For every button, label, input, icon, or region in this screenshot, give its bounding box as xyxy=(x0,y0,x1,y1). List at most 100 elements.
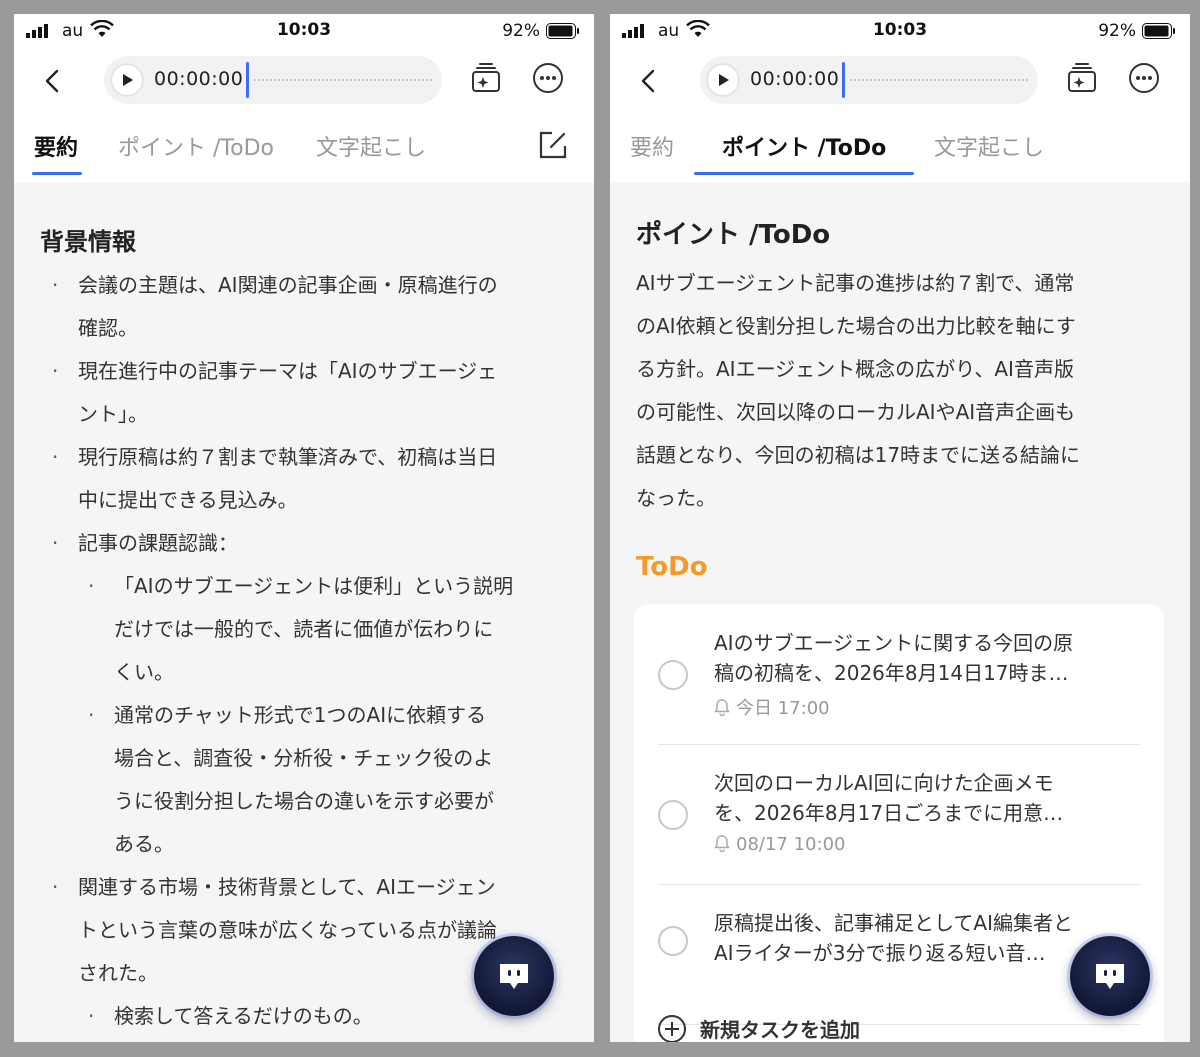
ai-magic-icon[interactable] xyxy=(1066,62,1098,94)
play-icon xyxy=(123,74,133,86)
bullet-line: 「AIのサブエージェントは便利」という説明 xyxy=(114,574,514,598)
bullet-line: うに役割分担した場合の違いを示す必要が xyxy=(114,789,494,813)
todo-checkbox[interactable] xyxy=(658,660,688,690)
todo-item[interactable]: 次回のローカルAI回に向けた企画メモ を、2026年8月17日ごろまでに用意… 08… xyxy=(634,744,1164,884)
tab-points-todo[interactable]: ポイント /ToDo xyxy=(118,130,274,162)
todo-reminder: 今日 17:00 xyxy=(714,694,830,720)
points-line: る方針。AIエージェント概念の広がり、AI音声版 xyxy=(636,357,1074,381)
todo-reminder-time: 今日 17:00 xyxy=(736,698,830,719)
status-bar: au 10:03 92% xyxy=(14,14,594,48)
chevron-left-icon[interactable] xyxy=(634,66,664,96)
battery-percent: 92% xyxy=(502,21,540,41)
battery-icon xyxy=(546,23,579,39)
chevron-left-icon[interactable] xyxy=(38,66,68,96)
chat-assistant-button[interactable] xyxy=(474,936,554,1016)
todo-reminder: 08/17 10:00 xyxy=(714,834,845,855)
tab-bar: 要約 ポイント /ToDo 文字起こし xyxy=(14,124,594,182)
top-bar: au 10:03 92% 00:00:00 要約 ポイント /ToDo 文字起こ… xyxy=(14,14,594,182)
phone-screen-points-todo: au 10:03 92% 00:00:00 要約 ポイント /ToDo 文字起こ… xyxy=(610,14,1190,1042)
bullet-line: 確認。 xyxy=(78,316,138,340)
bullet-line: 現行原稿は約７割まで執筆済みで、初稿は当日 xyxy=(78,445,498,469)
todo-text-line: を、2026年8月17日ごろまでに用意… xyxy=(714,801,1064,825)
tab-transcript[interactable]: 文字起こし xyxy=(316,130,426,162)
active-tab-indicator xyxy=(694,172,914,175)
player-time: 00:00:00 xyxy=(154,68,244,90)
active-tab-indicator xyxy=(32,172,82,175)
points-line: なった。 xyxy=(636,486,716,510)
chat-bot-icon xyxy=(500,964,528,989)
todo-item[interactable]: AIのサブエージェントに関する今回の原 稿の初稿を、2026年8月14日17時ま…… xyxy=(634,604,1164,744)
playhead[interactable] xyxy=(246,62,249,98)
bullet-line: 場合と、調査役・分析役・チェック役のよ xyxy=(114,746,494,770)
todo-heading: ToDo xyxy=(636,552,708,582)
points-line: の可能性、次回以降のローカルAIやAI音声企画も xyxy=(636,400,1076,424)
play-icon xyxy=(719,74,729,86)
status-bar: au 10:03 92% xyxy=(610,14,1190,48)
bullet-line: 現在進行中の記事テーマは「AIのサブエージェ xyxy=(78,359,498,383)
bullet-line: だけでは一般的で、読者に価値が伝わりに xyxy=(114,617,494,641)
audio-player[interactable]: 00:00:00 xyxy=(104,56,442,104)
waveform[interactable] xyxy=(254,79,432,81)
bullet-line: 会議の主題は、AI関連の記事企画・原稿進行の xyxy=(78,273,498,297)
more-horizontal-icon[interactable] xyxy=(532,62,564,94)
edit-icon[interactable] xyxy=(538,130,568,160)
todo-text-line: AIのサブエージェントに関する今回の原 xyxy=(714,631,1074,655)
points-body: AIサブエージェント記事の進捗は約７割で、通常 のAI依頼と役割分担した場合の出力… xyxy=(636,262,1166,520)
nav-bar: 00:00:00 xyxy=(14,54,594,110)
points-content: ポイント /ToDo AIサブエージェント記事の進捗は約７割で、通常 のAI依頼と… xyxy=(610,182,1190,1042)
player-time: 00:00:00 xyxy=(750,68,840,90)
battery-percent: 92% xyxy=(1098,21,1136,41)
section-heading: 背景情報 xyxy=(40,228,136,256)
plus-circle-icon xyxy=(658,1015,686,1042)
points-line: AIサブエージェント記事の進捗は約７割で、通常 xyxy=(636,271,1075,295)
todo-text-line: 稿の初稿を、2026年8月14日17時ま… xyxy=(714,661,1069,685)
add-task-label: 新規タスクを追加 xyxy=(700,1018,860,1042)
bullet-item: 現行原稿は約７割まで執筆済みで、初稿は当日中に提出できる見込み。 xyxy=(40,436,570,522)
points-line: のAI依頼と役割分担した場合の出力比較を軸にす xyxy=(636,314,1076,338)
bullet-item: 現在進行中の記事テーマは「AIのサブエージェント」。 xyxy=(40,350,570,436)
bullet-line: 記事の課題認識： xyxy=(78,531,238,555)
play-button[interactable] xyxy=(112,65,142,95)
chat-assistant-button[interactable] xyxy=(1070,936,1150,1016)
bullet-line: 通常のチャット形式で1つのAIに依頼する xyxy=(114,703,487,727)
todo-text-line: 次回のローカルAI回に向けた企画メモ xyxy=(714,771,1054,795)
points-title: ポイント /ToDo xyxy=(636,220,831,250)
bullet-item: 会議の主題は、AI関連の記事企画・原稿進行の確認。 xyxy=(40,264,570,350)
play-button[interactable] xyxy=(708,65,738,95)
bullet-line: 関連する市場・技術背景として、AIエージェン xyxy=(78,875,496,899)
todo-text: AIのサブエージェントに関する今回の原 稿の初稿を、2026年8月14日17時ま… xyxy=(714,628,1140,688)
todo-reminder-time: 08/17 10:00 xyxy=(736,834,846,855)
bullet-line: ある。 xyxy=(114,832,174,856)
bell-icon xyxy=(714,699,730,717)
bullet-item: 通常のチャット形式で1つのAIに依頼する場合と、調査役・分析役・チェック役のよう… xyxy=(40,694,570,866)
waveform[interactable] xyxy=(850,79,1028,81)
more-horizontal-icon[interactable] xyxy=(1128,62,1160,94)
battery-icon xyxy=(1142,23,1175,39)
todo-checkbox[interactable] xyxy=(658,800,688,830)
chat-bot-icon xyxy=(1096,964,1124,989)
todo-text-line: 原稿提出後、記事補足としてAI編集者と xyxy=(714,911,1073,935)
bullet-item: 記事の課題認識： xyxy=(40,522,570,565)
add-task-button[interactable]: 新規タスクを追加 xyxy=(658,1014,860,1042)
bullet-item: 「AIのサブエージェントは便利」という説明だけでは一般的で、読者に価値が伝わりに… xyxy=(40,565,570,694)
todo-checkbox[interactable] xyxy=(658,926,688,956)
tab-transcript[interactable]: 文字起こし xyxy=(934,130,1044,162)
nav-bar: 00:00:00 xyxy=(610,54,1190,110)
top-bar: au 10:03 92% 00:00:00 要約 ポイント /ToDo 文字起こ… xyxy=(610,14,1190,182)
phone-screen-summary: au 10:03 92% 00:00:00 要約 ポイント /ToDo 文字起こ… xyxy=(14,14,594,1042)
tab-points-todo[interactable]: ポイント /ToDo xyxy=(722,130,886,162)
todo-text: 次回のローカルAI回に向けた企画メモ を、2026年8月17日ごろまでに用意… xyxy=(714,768,1140,828)
playhead[interactable] xyxy=(842,62,845,98)
tab-summary[interactable]: 要約 xyxy=(630,130,674,162)
bullet-line: くい。 xyxy=(114,660,174,684)
bell-icon xyxy=(714,835,730,853)
tab-bar: 要約 ポイント /ToDo 文字起こし xyxy=(610,124,1190,182)
bullet-line: 中に提出できる見込み。 xyxy=(78,488,298,512)
bullet-line: ント」。 xyxy=(78,402,148,426)
bullet-list: 会議の主題は、AI関連の記事企画・原稿進行の確認。現在進行中の記事テーマは「AI… xyxy=(40,264,570,1038)
ai-magic-icon[interactable] xyxy=(470,62,502,94)
points-line: 話題となり、今回の初稿は17時までに送る結論に xyxy=(636,443,1081,467)
tab-summary[interactable]: 要約 xyxy=(34,130,78,162)
summary-content: 背景情報 会議の主題は、AI関連の記事企画・原稿進行の確認。現在進行中の記事テー… xyxy=(14,182,594,1042)
audio-player[interactable]: 00:00:00 xyxy=(700,56,1038,104)
